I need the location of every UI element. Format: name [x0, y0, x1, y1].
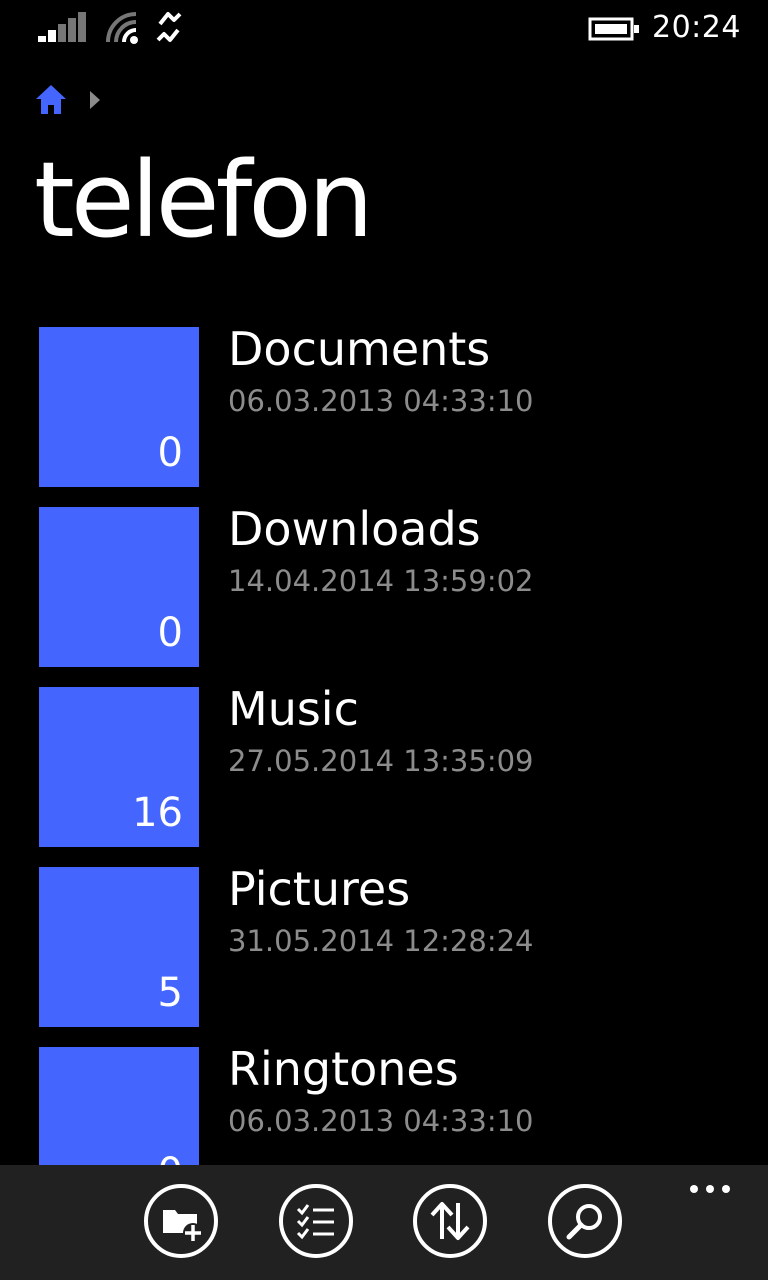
battery-icon — [588, 17, 639, 41]
folder-item-name[interactable]: Pictures — [228, 861, 410, 917]
folder-item-name[interactable]: Documents — [228, 327, 490, 377]
folder-item-count: 0 — [157, 610, 183, 656]
folder-tile[interactable]: 16 — [39, 687, 199, 847]
search-icon — [548, 1184, 622, 1258]
sort-icon — [413, 1184, 487, 1258]
status-bar: 20:24 — [0, 0, 768, 56]
folder-tile[interactable]: 0 — [39, 327, 199, 487]
folder-item[interactable]: 0 Ringtones 06.03.2013 04:33:10 — [39, 1042, 739, 1165]
page-title: telefon — [34, 139, 374, 261]
folder-item[interactable]: 0 Downloads 14.04.2014 13:59:02 — [39, 502, 739, 667]
multi-select-icon — [279, 1184, 353, 1258]
clock: 20:24 — [652, 10, 741, 45]
folder-item-date: 27.05.2014 13:35:09 — [228, 744, 534, 778]
data-sync-icon — [156, 12, 182, 42]
folder-tile[interactable]: 0 — [39, 1047, 199, 1165]
folder-item-name[interactable]: Downloads — [228, 501, 481, 557]
folder-item-name[interactable]: Music — [228, 681, 359, 737]
folder-list: 0 Documents 06.03.2013 04:33:10 0 Downlo… — [0, 327, 768, 1165]
new-folder-icon — [144, 1184, 218, 1258]
folder-item[interactable]: 16 Music 27.05.2014 13:35:09 — [39, 682, 739, 847]
folder-item-date: 31.05.2014 12:28:24 — [228, 924, 534, 958]
new-folder-button[interactable] — [143, 1183, 219, 1259]
chevron-right-icon — [90, 91, 100, 109]
app-bar — [0, 1165, 768, 1280]
folder-item-date: 14.04.2014 13:59:02 — [228, 564, 534, 598]
sort-button[interactable] — [412, 1183, 488, 1259]
search-button[interactable] — [547, 1183, 623, 1259]
home-icon[interactable] — [34, 83, 68, 117]
folder-item-count: 0 — [158, 1149, 183, 1165]
signal-icon — [38, 12, 86, 42]
more-options-button[interactable] — [680, 1177, 740, 1207]
folder-item-date: 06.03.2013 04:33:10 — [228, 1104, 534, 1138]
ellipsis-icon — [690, 1185, 730, 1193]
folder-tile[interactable]: 0 — [39, 507, 199, 667]
breadcrumb — [34, 80, 104, 120]
folder-item-count: 0 — [157, 430, 183, 476]
wifi-icon — [106, 12, 138, 44]
multi-select-button[interactable] — [278, 1183, 354, 1259]
folder-tile[interactable]: 5 — [39, 867, 199, 1027]
folder-item[interactable]: 0 Documents 06.03.2013 04:33:10 — [39, 327, 739, 487]
folder-item-date: 06.03.2013 04:33:10 — [228, 384, 534, 418]
folder-item-count: 5 — [157, 970, 183, 1016]
folder-item-name[interactable]: Ringtones — [228, 1041, 459, 1097]
folder-item[interactable]: 5 Pictures 31.05.2014 12:28:24 — [39, 862, 739, 1027]
folder-item-count: 16 — [132, 790, 183, 836]
